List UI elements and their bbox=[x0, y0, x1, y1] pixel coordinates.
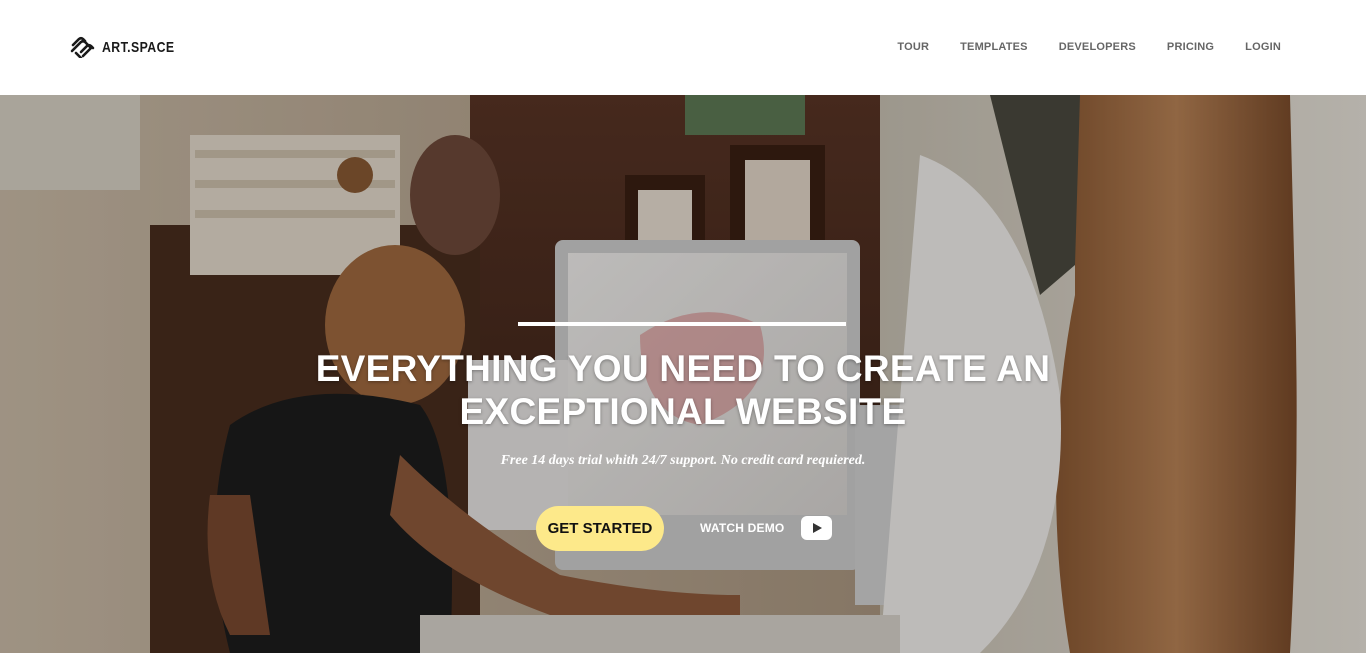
nav-item-developers[interactable]: DEVELOPERS bbox=[1059, 41, 1136, 53]
site-header: ART.SPACE TOUR TEMPLATES DEVELOPERS PRIC… bbox=[0, 0, 1366, 95]
get-started-button[interactable]: GET STARTED bbox=[536, 506, 664, 551]
watch-demo-label: WATCH DEMO bbox=[700, 521, 785, 535]
brand-name: ART.SPACE bbox=[102, 38, 175, 56]
hero-subtitle: Free 14 days trial whith 24/7 support. N… bbox=[500, 453, 866, 468]
brand-logo[interactable]: ART.SPACE bbox=[70, 36, 190, 58]
watch-demo-button[interactable]: WATCH DEMO bbox=[700, 516, 833, 540]
play-icon bbox=[801, 516, 833, 540]
nav-item-tour[interactable]: TOUR bbox=[897, 41, 929, 53]
nav-item-login[interactable]: LOGIN bbox=[1245, 41, 1281, 53]
hero-title: EVERYTHING YOU NEED TO CREATE AN EXCEPTI… bbox=[315, 348, 1051, 432]
art-space-logo-icon bbox=[70, 36, 95, 58]
nav-item-pricing[interactable]: PRICING bbox=[1167, 41, 1214, 53]
main-nav: TOUR TEMPLATES DEVELOPERS PRICING LOGIN bbox=[897, 41, 1281, 53]
hero-divider bbox=[518, 322, 846, 326]
nav-item-templates[interactable]: TEMPLATES bbox=[960, 41, 1028, 53]
hero-section: EVERYTHING YOU NEED TO CREATE AN EXCEPTI… bbox=[0, 95, 1366, 653]
